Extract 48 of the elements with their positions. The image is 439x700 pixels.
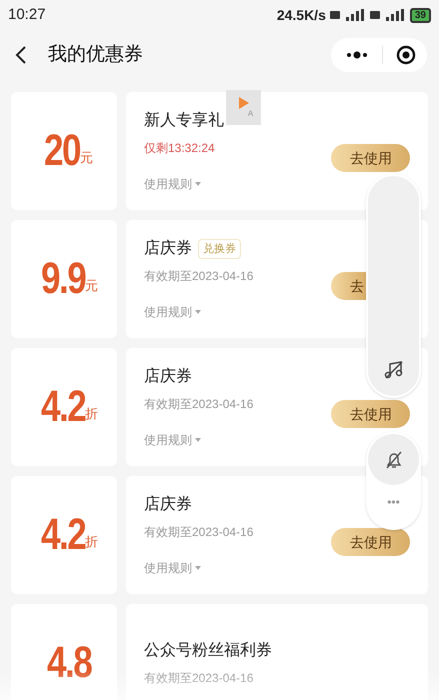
countdown-text: 仅剩13:32:24 (144, 140, 216, 157)
coupon-value: 4.2 (40, 509, 86, 561)
use-button[interactable]: 去使用 (331, 528, 410, 556)
coupon-unit: 折 (85, 406, 98, 424)
coupon-value: 4.2 (40, 381, 86, 433)
network-speed: 24.5K/s (276, 6, 326, 24)
close-icon[interactable] (396, 45, 416, 65)
signal-icon (370, 9, 404, 21)
usage-rules-link[interactable]: 使用规则 (144, 175, 331, 193)
caret-icon (195, 438, 201, 442)
coupon-title: 新人专享礼 (144, 110, 224, 131)
coupon-title: 店庆券 (144, 366, 192, 387)
status-time: 10:27 (8, 4, 46, 25)
coupon-unit: 折 (85, 534, 98, 552)
coupon-unit: 元 (85, 278, 98, 296)
battery-indicator: 39 (410, 8, 431, 22)
coupon-value: 4.8 (47, 637, 92, 689)
music-off-icon[interactable] (384, 360, 404, 380)
caret-icon (195, 182, 201, 186)
use-button[interactable]: 去使用 (331, 400, 410, 428)
coupon-title: 店庆券 (144, 494, 192, 515)
coupon-tag: 兑换券 (198, 238, 241, 260)
bell-off-icon (384, 450, 404, 470)
coupon-value: 9.9 (40, 253, 86, 305)
caret-icon (195, 310, 201, 314)
use-button[interactable]: 去 (331, 272, 366, 300)
expiry-date: 有效期至2023-04-16 (144, 396, 254, 413)
use-button[interactable]: 去使用 (331, 144, 410, 172)
caret-icon (195, 566, 201, 570)
signal-icon (330, 9, 364, 21)
coupon-title: 公众号粉丝福利券 (144, 640, 272, 661)
coupon-title: 店庆券 (144, 238, 192, 259)
usage-rules-link[interactable]: 使用规则 (144, 431, 331, 449)
expiry-date: 有效期至2023-04-16 (144, 268, 254, 285)
play-overlay[interactable]: A (226, 90, 261, 125)
coupon-value: 20 (44, 125, 80, 177)
coupon-unit: 元 (80, 150, 93, 168)
page-title: 我的优惠券 (48, 42, 143, 67)
expiry-date: 有效期至2023-04-16 (144, 524, 254, 541)
mute-button[interactable] (368, 434, 419, 485)
expiry-date: 有效期至2023-04-16 (144, 670, 254, 687)
overlay-label: A (248, 109, 254, 118)
back-icon[interactable] (14, 45, 28, 65)
play-icon (238, 97, 248, 109)
more-icon[interactable] (346, 51, 368, 59)
usage-rules-link[interactable]: 使用规则 (144, 303, 331, 321)
more-button[interactable]: ••• (387, 493, 400, 511)
usage-rules-link[interactable]: 使用规则 (144, 559, 331, 577)
